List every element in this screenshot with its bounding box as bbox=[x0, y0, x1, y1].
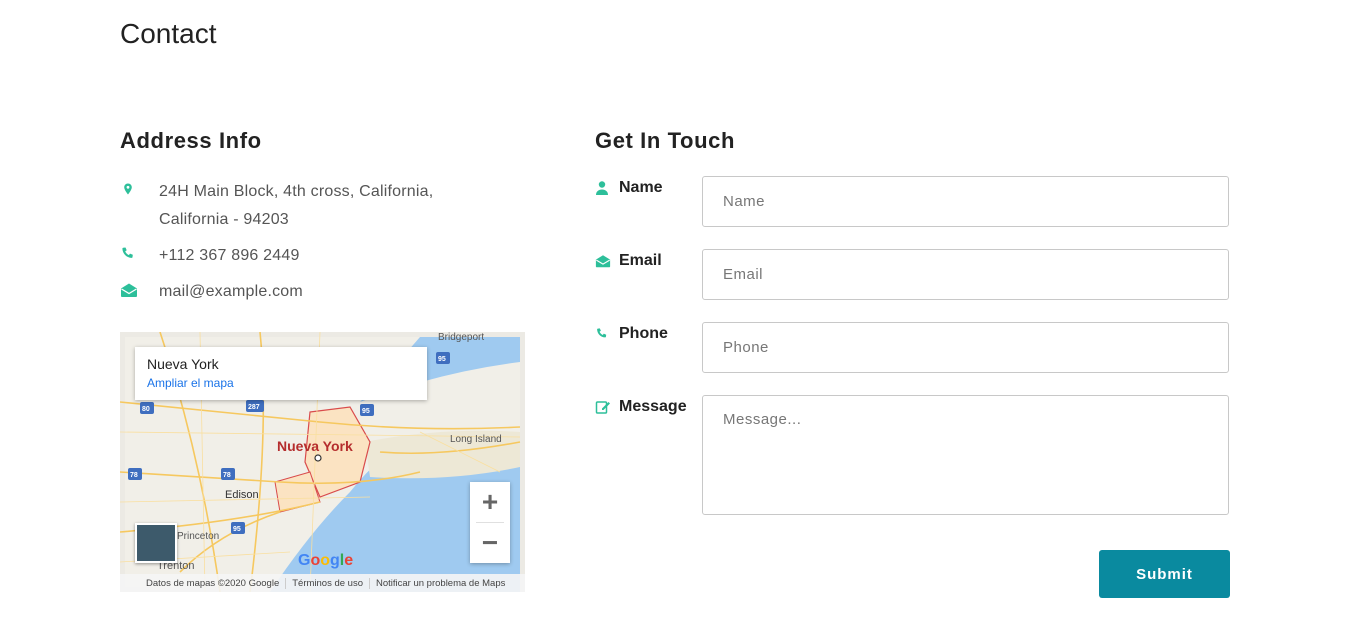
message-label: Message bbox=[595, 398, 687, 416]
address-item: 24H Main Block, 4th cross, California, C… bbox=[120, 178, 540, 234]
address-info-section: Address Info 24H Main Block, 4th cross, … bbox=[120, 128, 540, 592]
highway-shield: 78 bbox=[128, 468, 142, 480]
svg-text:95: 95 bbox=[438, 356, 446, 363]
map-footer: Datos de mapas ©2020 Google Términos de … bbox=[120, 574, 525, 592]
user-icon bbox=[595, 180, 611, 196]
highway-shield: 95 bbox=[360, 404, 374, 416]
phone-item: +112 367 896 2449 bbox=[120, 242, 540, 270]
svg-text:78: 78 bbox=[223, 472, 231, 479]
edit-icon bbox=[595, 399, 611, 415]
phone-number: +112 367 896 2449 bbox=[159, 247, 300, 264]
email-item: mail@example.com bbox=[120, 278, 540, 306]
message-row: Message bbox=[595, 395, 1235, 515]
name-input[interactable] bbox=[702, 176, 1229, 227]
email-label: Email bbox=[595, 252, 662, 270]
svg-text:78: 78 bbox=[130, 472, 138, 479]
envelope-open-icon bbox=[120, 280, 137, 297]
map-terms-link[interactable]: Términos de uso bbox=[286, 577, 370, 589]
address-info-heading: Address Info bbox=[120, 128, 262, 153]
email-label-text: Email bbox=[619, 252, 662, 269]
enlarge-map-link[interactable]: Ampliar el mapa bbox=[147, 376, 415, 390]
map-zoom-controls: + − bbox=[470, 482, 510, 563]
message-label-text: Message bbox=[619, 398, 687, 415]
name-row: Name bbox=[595, 176, 1235, 249]
zoom-out-button[interactable]: − bbox=[470, 523, 510, 563]
envelope-open-icon bbox=[595, 253, 611, 269]
map-place-name: Nueva York bbox=[147, 356, 219, 372]
email-input[interactable] bbox=[702, 249, 1229, 300]
map-data-credit: Datos de mapas ©2020 Google bbox=[140, 577, 287, 589]
map-place-card: Nueva York Ampliar el mapa bbox=[135, 347, 427, 400]
email-address: mail@example.com bbox=[159, 283, 303, 300]
highway-shield: 78 bbox=[221, 468, 235, 480]
highway-shield: 95 bbox=[231, 522, 245, 534]
contact-form-section: Get In Touch Name Email Phone bbox=[595, 128, 1235, 598]
map-city-label: Nueva York bbox=[277, 438, 353, 454]
highway-shield: 287 bbox=[246, 400, 264, 412]
map-label-bridgeport: Bridgeport bbox=[438, 332, 484, 343]
map-label-princeton: Princeton bbox=[177, 531, 219, 542]
message-textarea[interactable] bbox=[702, 395, 1229, 515]
email-row: Email bbox=[595, 249, 1235, 322]
svg-text:80: 80 bbox=[142, 406, 150, 413]
map-label-edison: Edison bbox=[225, 489, 259, 501]
name-label-text: Name bbox=[619, 179, 663, 196]
address-list: 24H Main Block, 4th cross, California, C… bbox=[120, 178, 540, 306]
submit-button[interactable]: Submit bbox=[1099, 550, 1230, 598]
svg-text:95: 95 bbox=[362, 408, 370, 415]
phone-label-text: Phone bbox=[619, 325, 668, 342]
phone-row: Phone bbox=[595, 322, 1235, 395]
street-address: 24H Main Block, 4th cross, California, C… bbox=[159, 183, 434, 228]
phone-icon bbox=[120, 244, 136, 260]
embedded-map[interactable]: Bridgeport Long Island Edison Princeton … bbox=[120, 332, 525, 592]
phone-label: Phone bbox=[595, 325, 668, 343]
phone-icon bbox=[595, 326, 611, 342]
get-in-touch-heading: Get In Touch bbox=[595, 128, 736, 153]
svg-text:95: 95 bbox=[233, 526, 241, 533]
name-label: Name bbox=[595, 179, 663, 197]
highway-shield: 80 bbox=[140, 402, 154, 414]
svg-text:287: 287 bbox=[248, 404, 260, 411]
map-report-link[interactable]: Notificar un problema de Maps bbox=[370, 578, 511, 589]
satellite-view-toggle[interactable] bbox=[135, 523, 177, 563]
google-logo: Google bbox=[298, 552, 354, 569]
map-label-long-island: Long Island bbox=[450, 434, 502, 445]
map-marker-icon bbox=[120, 180, 136, 196]
page-title: Contact bbox=[120, 18, 217, 49]
zoom-in-button[interactable]: + bbox=[470, 482, 510, 522]
phone-input[interactable] bbox=[702, 322, 1229, 373]
highway-shield: 95 bbox=[436, 352, 450, 364]
